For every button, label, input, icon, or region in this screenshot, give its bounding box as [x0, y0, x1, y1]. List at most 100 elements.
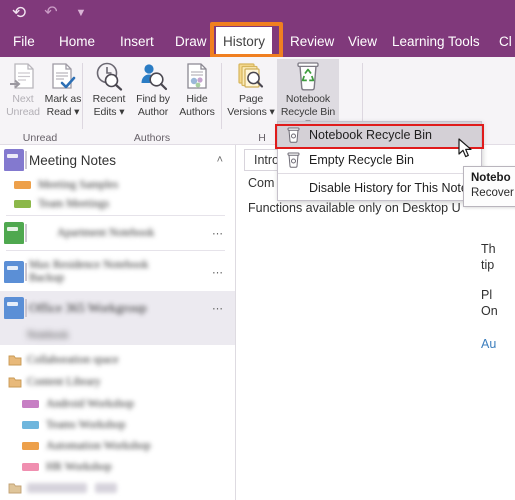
- menu-item-label: Disable History for This Notebo: [309, 180, 482, 195]
- more-icon[interactable]: ⋯: [212, 227, 223, 240]
- section-item[interactable]: Automation Workshop: [8, 435, 235, 456]
- section-label: Meeting Samples: [38, 178, 119, 191]
- section-label: Android Workshop: [46, 397, 134, 410]
- page-versions-label-line1: Page: [238, 93, 264, 105]
- notebook-recycle-bin-button[interactable]: Notebook Recycle Bin ▾: [277, 59, 339, 129]
- find-by-author-icon: [130, 59, 176, 93]
- tab-file[interactable]: File: [6, 27, 42, 57]
- menu-item-label: Empty Recycle Bin: [309, 152, 414, 167]
- tooltip-body: Recover: [471, 187, 514, 199]
- notebook-color-icon: [4, 297, 27, 319]
- notebook-item-apartment[interactable]: Apartment Notebook ⋯: [0, 218, 235, 248]
- note-link-au[interactable]: Au: [481, 337, 496, 351]
- recent-edits-button[interactable]: Recent Edits ▾: [86, 59, 132, 125]
- notebook-subtitle-row: Notebook: [0, 325, 235, 345]
- section-list: Collaboration space Content Library Andr…: [0, 345, 235, 500]
- section-label: Team Meetings: [38, 197, 110, 210]
- notebook-recycle-bin-dropdown-menu[interactable]: Notebook Recycle Bin Empty Recycle Bin D…: [277, 121, 482, 201]
- more-icon[interactable]: ⋯: [212, 302, 223, 315]
- find-by-author-label-line2: Author: [137, 105, 169, 118]
- recent-edits-icon: [86, 59, 132, 93]
- section-color-icon: [22, 399, 39, 408]
- notebook-recycle-bin-label-line1: Notebook: [285, 93, 331, 105]
- undo-icon[interactable]: ↶: [40, 3, 62, 24]
- note-text-on: On: [481, 304, 498, 318]
- note-text-tip: tip: [481, 258, 495, 272]
- note-text-functions: Functions available only on Desktop U: [248, 201, 461, 215]
- tab-insert[interactable]: Insert: [113, 27, 161, 57]
- page-tab-com[interactable]: Com: [248, 176, 274, 190]
- tooltip-title: Notebo: [471, 172, 511, 184]
- recent-edits-label-line2: Edits ▾: [93, 105, 125, 118]
- section-item[interactable]: Team Meetings: [14, 194, 235, 213]
- notebook-item-office365[interactable]: Office 365 Workgroup ⋯: [0, 291, 235, 325]
- section-color-icon: [22, 441, 39, 450]
- mark-as-read-icon: [40, 59, 86, 93]
- section-group-icon: [8, 376, 22, 389]
- recycle-bin-icon: [277, 59, 339, 93]
- section-color-icon: [14, 199, 31, 208]
- hide-authors-icon: [174, 59, 220, 93]
- sidebar-divider: [6, 250, 225, 251]
- sidebar-divider: [6, 215, 225, 216]
- section-group-item[interactable]: Collaboration space: [8, 349, 235, 371]
- find-by-author-button[interactable]: Find by Author: [130, 59, 176, 125]
- ribbon-group-label-unread: Unread: [22, 132, 58, 144]
- section-item[interactable]: HR Workshop: [8, 456, 235, 477]
- section-item[interactable]: Android Workshop: [8, 393, 235, 414]
- find-by-author-label-line1: Find by: [136, 93, 170, 105]
- section-color-icon: [22, 462, 39, 471]
- tab-history[interactable]: History: [216, 27, 273, 57]
- recent-edits-label-line1: Recent: [92, 93, 126, 105]
- mark-as-read-button[interactable]: Mark as Read ▾: [40, 59, 86, 125]
- ribbon-separator-1: [82, 63, 83, 129]
- tab-view[interactable]: View: [341, 27, 384, 57]
- chevron-up-icon[interactable]: ˄: [217, 154, 223, 166]
- page-versions-button[interactable]: Page Versions ▾: [225, 59, 277, 125]
- tab-learning-tools[interactable]: Learning Tools: [385, 27, 487, 57]
- section-item[interactable]: Meeting Samples: [14, 175, 235, 194]
- mark-as-read-label-line1: Mark as: [44, 93, 82, 105]
- tab-home[interactable]: Home: [52, 27, 102, 57]
- ribbon-tab-bar: File Home Insert Draw History Review Vie…: [0, 27, 515, 57]
- recycle-bin-icon: [283, 151, 304, 168]
- section-label: Teams Workshop: [46, 418, 126, 431]
- section-label: Content Library: [27, 376, 101, 388]
- notebook-item-meeting-notes[interactable]: Meeting Notes ˄: [0, 145, 235, 175]
- section-item[interactable]: Teams Workshop: [8, 414, 235, 435]
- ribbon-separator-2: [221, 63, 222, 129]
- mark-as-read-label-line2: Read ▾: [46, 105, 80, 118]
- page-versions-icon: [225, 59, 277, 93]
- notebook-item-max-residence[interactable]: Max Residence Notebook Backup ⋯: [0, 253, 235, 291]
- tab-review[interactable]: Review: [283, 27, 341, 57]
- section-color-icon: [22, 420, 39, 429]
- section-label: HR Workshop: [46, 460, 112, 473]
- hide-authors-button[interactable]: Hide Authors: [174, 59, 220, 125]
- section-group-icon: [8, 482, 22, 495]
- menu-item-notebook-recycle-bin[interactable]: Notebook Recycle Bin: [278, 122, 481, 147]
- menu-item-disable-history[interactable]: Disable History for This Notebo: [278, 175, 481, 200]
- tab-draw[interactable]: Draw: [168, 27, 214, 57]
- title-bar: ⟲ ↶ ▼: [0, 0, 515, 27]
- tab-class[interactable]: Cl: [492, 27, 515, 57]
- section-group-item[interactable]: [8, 477, 235, 499]
- menu-item-empty-recycle-bin[interactable]: Empty Recycle Bin: [278, 147, 481, 172]
- back-circle-icon[interactable]: ⟲: [8, 3, 30, 24]
- hide-authors-label-line2: Authors: [179, 105, 215, 118]
- ribbon-separator-3: [362, 63, 363, 129]
- customize-quick-access-icon[interactable]: ▼: [70, 3, 92, 24]
- note-text-th: Th: [481, 242, 496, 256]
- hide-authors-label-line1: Hide: [186, 93, 208, 105]
- notebook-sidebar[interactable]: Meeting Notes ˄ Meeting Samples Team Mee…: [0, 145, 236, 500]
- section-color-icon: [14, 180, 31, 189]
- notebook-color-icon: [4, 149, 27, 171]
- note-text-pl: Pl: [481, 288, 493, 302]
- notebook-title: Meeting Notes: [29, 152, 117, 168]
- meeting-notes-sections: Meeting Samples Team Meetings: [0, 175, 235, 213]
- section-label-redacted-2: [95, 483, 117, 493]
- more-icon[interactable]: ⋯: [212, 266, 223, 279]
- section-group-item[interactable]: Content Library: [8, 371, 235, 393]
- page-versions-label-line2: Versions ▾: [227, 105, 275, 118]
- section-group-icon: [8, 354, 22, 367]
- section-label: Collaboration space: [27, 354, 119, 366]
